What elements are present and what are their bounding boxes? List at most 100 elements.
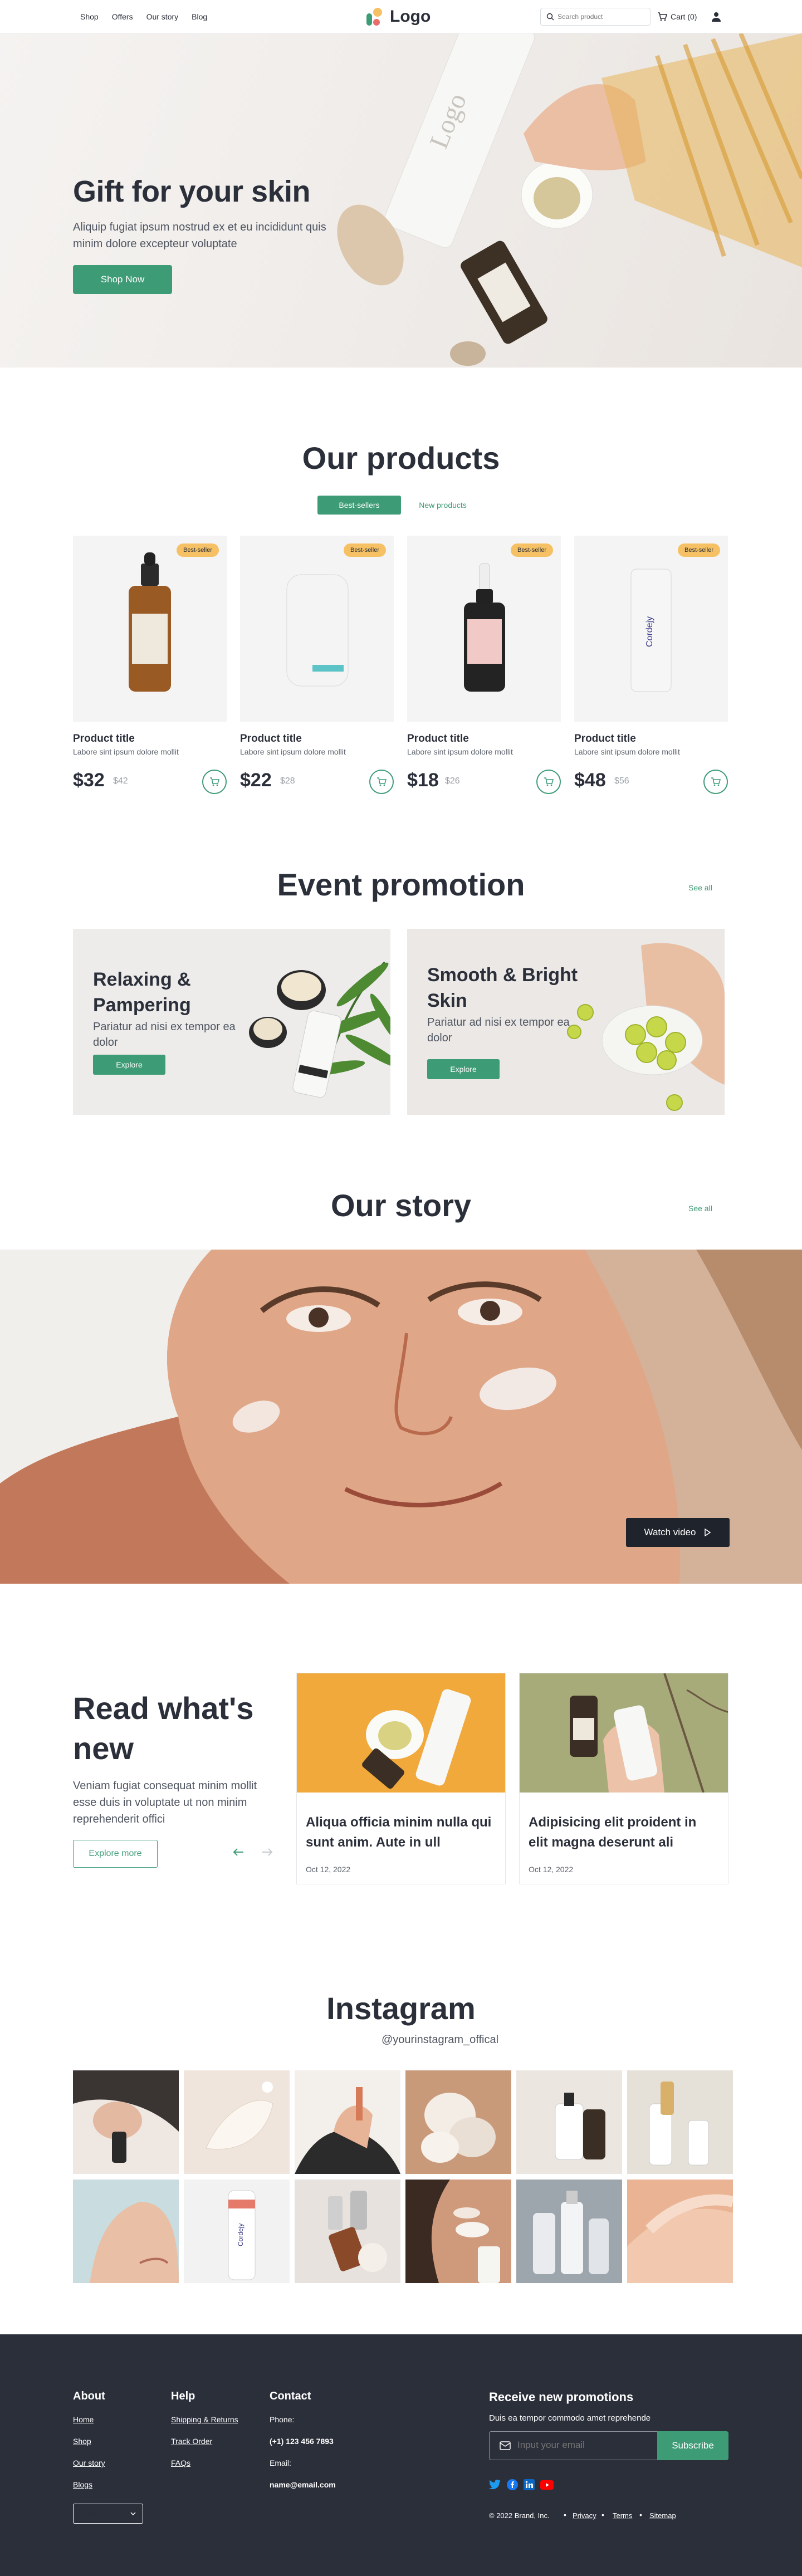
email-address[interactable]: name@email.com bbox=[270, 2480, 336, 2489]
cart-icon bbox=[210, 777, 219, 786]
product-title[interactable]: Product title bbox=[574, 733, 636, 745]
instagram-title: Instagram bbox=[326, 1991, 476, 2026]
instagram-photo[interactable] bbox=[73, 2180, 179, 2283]
nav-offers[interactable]: Offers bbox=[112, 12, 133, 21]
blog-post-card[interactable]: Aliqua officia minim nulla qui sunt anim… bbox=[296, 1673, 506, 1884]
promo-text: Pariatur ad nisi ex tempor ea dolor bbox=[427, 1016, 570, 1044]
footer-link-shipping[interactable]: Shipping & Returns bbox=[171, 2415, 238, 2424]
instagram-photo[interactable] bbox=[295, 2180, 400, 2283]
product-card[interactable]: Best-seller Product title Labore sint ip… bbox=[240, 536, 394, 794]
add-to-cart-button[interactable] bbox=[369, 770, 394, 794]
chevron-down-icon bbox=[130, 2512, 136, 2515]
story-title: Our story bbox=[330, 1188, 472, 1223]
shop-now-button[interactable]: Shop Now bbox=[73, 265, 172, 294]
footer-link-shop[interactable]: Shop bbox=[73, 2437, 91, 2446]
instagram-photo[interactable] bbox=[295, 2070, 400, 2174]
promotion-see-all-link[interactable]: See all bbox=[688, 883, 712, 892]
instagram-photo[interactable] bbox=[405, 2180, 511, 2283]
explore-button[interactable]: Explore bbox=[93, 1055, 165, 1075]
footer-link-terms[interactable]: Terms bbox=[613, 2511, 632, 2520]
mail-icon bbox=[500, 2441, 511, 2450]
cart-icon bbox=[658, 12, 667, 21]
add-to-cart-button[interactable] bbox=[536, 770, 561, 794]
footer-link-privacy[interactable]: Privacy bbox=[573, 2511, 596, 2520]
instagram-handle[interactable]: @yourinstagram_offical bbox=[0, 2034, 802, 2046]
cart-button[interactable]: Cart (0) bbox=[657, 8, 697, 26]
product-price: $48 bbox=[574, 770, 606, 791]
nav-blog[interactable]: Blog bbox=[192, 12, 207, 21]
post-date: Oct 12, 2022 bbox=[529, 1865, 574, 1874]
tab-best-sellers[interactable]: Best-sellers bbox=[317, 496, 401, 515]
watch-video-button[interactable]: Watch video bbox=[626, 1518, 730, 1547]
explore-more-button[interactable]: Explore more bbox=[73, 1840, 158, 1868]
footer-link-faqs[interactable]: FAQs bbox=[171, 2459, 190, 2467]
product-price: $18 bbox=[407, 770, 439, 791]
explore-button[interactable]: Explore bbox=[427, 1059, 500, 1079]
product-card[interactable]: Best-seller Product title Labore sint ip… bbox=[407, 536, 561, 794]
promotion-title: Event promotion bbox=[277, 867, 525, 902]
phone-number[interactable]: (+1) 123 456 7893 bbox=[270, 2437, 334, 2446]
product-title[interactable]: Product title bbox=[73, 733, 135, 745]
promo-card-smooth[interactable]: Smooth & Bright Skin Pariatur ad nisi ex… bbox=[407, 929, 725, 1115]
youtube-icon[interactable] bbox=[540, 2480, 554, 2490]
logo-text: Logo bbox=[390, 7, 431, 26]
twitter-icon[interactable] bbox=[489, 2479, 501, 2490]
svg-text:Cordejy: Cordejy bbox=[645, 616, 654, 647]
product-price: $22 bbox=[240, 770, 272, 791]
promo-card-relaxing[interactable]: Relaxing & Pampering Pariatur ad nisi ex… bbox=[73, 929, 390, 1115]
product-image bbox=[407, 536, 561, 722]
nav-shop[interactable]: Shop bbox=[80, 12, 99, 21]
product-desc: Labore sint ipsum dolore mollit bbox=[574, 747, 680, 756]
post-date: Oct 12, 2022 bbox=[306, 1865, 351, 1874]
product-title[interactable]: Product title bbox=[407, 733, 469, 745]
instagram-photo[interactable] bbox=[184, 2070, 290, 2174]
blog-post-card[interactable]: Adipisicing elit proident in elit magna … bbox=[519, 1673, 728, 1884]
newsletter-title: Receive new promotions bbox=[489, 2390, 634, 2404]
facebook-icon[interactable] bbox=[507, 2479, 518, 2490]
product-price: $32 bbox=[73, 770, 105, 791]
arrow-left-icon[interactable] bbox=[233, 1848, 244, 1857]
add-to-cart-button[interactable] bbox=[703, 770, 728, 794]
cart-label: Cart (0) bbox=[671, 12, 697, 21]
footer-about-title: About bbox=[73, 2390, 105, 2402]
product-card[interactable]: Cordejy Best-seller Product title Labore… bbox=[574, 536, 728, 794]
watch-video-label: Watch video bbox=[644, 1527, 696, 1537]
logo[interactable]: Logo bbox=[365, 7, 431, 27]
post-title[interactable]: Aliqua officia minim nulla qui sunt anim… bbox=[306, 1813, 495, 1853]
arrow-right-icon[interactable] bbox=[262, 1848, 273, 1857]
search-input[interactable] bbox=[558, 13, 641, 21]
linkedin-icon[interactable] bbox=[524, 2479, 535, 2490]
instagram-photo[interactable] bbox=[405, 2070, 511, 2174]
footer-link-blogs[interactable]: Blogs bbox=[73, 2480, 92, 2489]
instagram-photo[interactable]: Cordejy bbox=[184, 2180, 290, 2283]
footer-link-sitemap[interactable]: Sitemap bbox=[649, 2511, 676, 2520]
product-card[interactable]: Best-seller Product title Labore sint ip… bbox=[73, 536, 227, 794]
search-box[interactable] bbox=[540, 8, 651, 26]
product-title[interactable]: Product title bbox=[240, 733, 302, 745]
story-see-all-link[interactable]: See all bbox=[688, 1204, 712, 1213]
instagram-photo[interactable] bbox=[516, 2070, 622, 2174]
post-image bbox=[520, 1673, 728, 1793]
subscribe-button[interactable]: Subscribe bbox=[657, 2431, 728, 2460]
best-seller-badge: Best-seller bbox=[177, 543, 219, 557]
language-select[interactable]: English bbox=[73, 2504, 143, 2524]
main-nav: Shop Offers Our story Blog bbox=[80, 0, 207, 33]
tab-new-products[interactable]: New products bbox=[407, 496, 479, 515]
instagram-photo[interactable] bbox=[627, 2180, 733, 2283]
newsletter-email-input[interactable] bbox=[517, 2440, 651, 2451]
add-to-cart-button[interactable] bbox=[202, 770, 227, 794]
best-seller-badge: Best-seller bbox=[678, 543, 720, 557]
email-label: Email: bbox=[270, 2459, 291, 2467]
svg-text:Cordejy: Cordejy bbox=[237, 2224, 244, 2246]
instagram-photo[interactable] bbox=[627, 2070, 733, 2174]
footer-link-track-order[interactable]: Track Order bbox=[171, 2437, 212, 2446]
instagram-photo[interactable] bbox=[516, 2180, 622, 2283]
nav-our-story[interactable]: Our story bbox=[146, 12, 179, 21]
hero-text: Aliquip fugiat ipsum nostrud ex et eu in… bbox=[73, 221, 326, 250]
footer-link-home[interactable]: Home bbox=[73, 2415, 94, 2424]
instagram-photo[interactable] bbox=[73, 2070, 179, 2174]
post-title[interactable]: Adipisicing elit proident in elit magna … bbox=[529, 1813, 718, 1853]
promo-title: Relaxing & Pampering bbox=[93, 969, 191, 1016]
user-icon[interactable] bbox=[711, 11, 722, 22]
footer-link-our-story[interactable]: Our story bbox=[73, 2459, 105, 2467]
